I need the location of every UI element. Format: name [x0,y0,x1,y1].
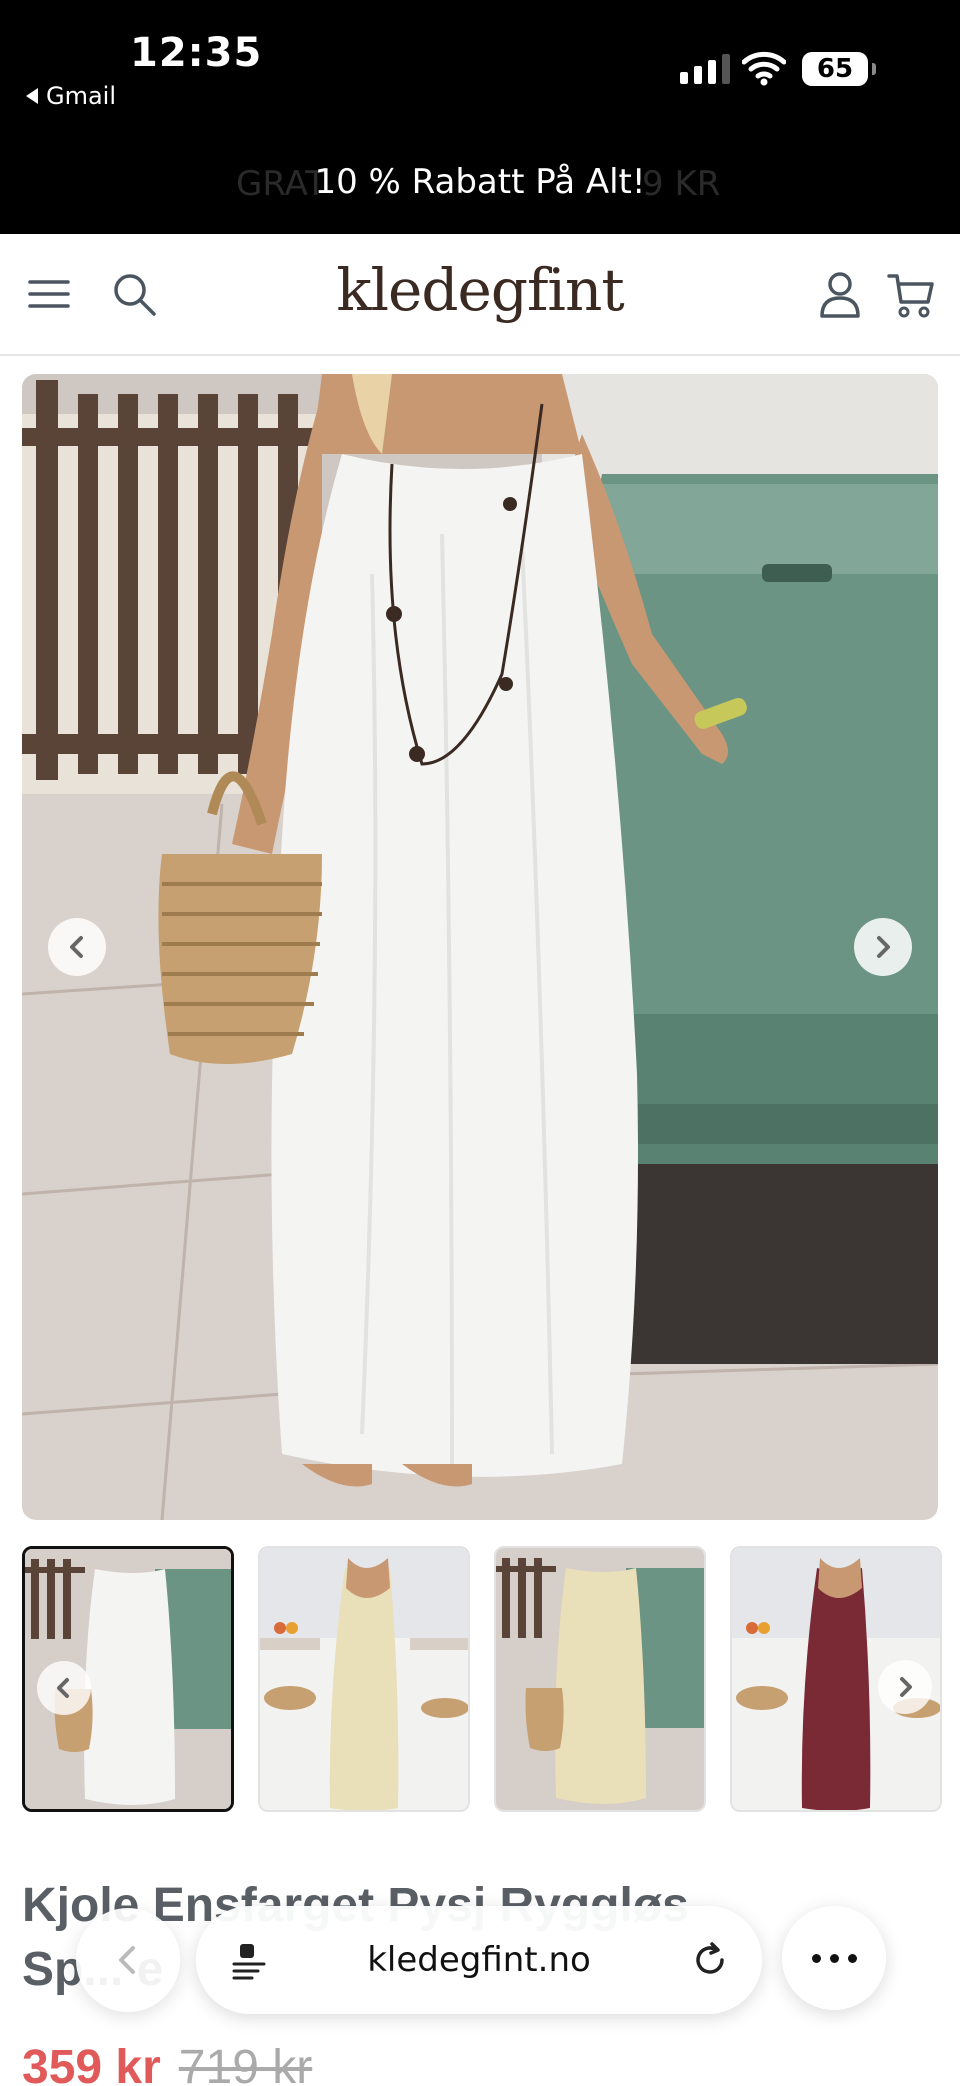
thumbnail-white-dress[interactable] [22,1546,234,1812]
battery-level: 65 [816,54,854,84]
cart-icon[interactable] [886,268,938,320]
promo-text: 10 % Rabatt På Alt! [314,162,646,202]
image-next-button[interactable] [854,918,912,976]
back-app-label: Gmail [46,82,117,110]
thumbnail-strip [22,1546,942,1814]
back-triangle-icon [26,88,38,104]
chevron-right-icon [877,936,890,958]
thumbnail-prev-button[interactable] [37,1661,91,1715]
ios-status-bar: 12:35 Gmail 65 [0,0,960,118]
status-time: 12:35 [130,30,263,76]
browser-url[interactable]: kledegfint.no [196,1940,762,1980]
browser-address-bar[interactable]: kledegfint.no [196,1906,762,2014]
product-photo-white-dress [22,374,938,1520]
back-to-app-link[interactable]: Gmail [26,82,116,110]
browser-back-button[interactable] [76,1908,180,2012]
more-dot-icon [847,1953,857,1963]
chevron-left-icon [57,1678,69,1698]
price-row: 359 kr 719 kr [22,2040,312,2086]
reload-icon[interactable] [690,1940,730,1980]
promo-announcement-bar[interactable]: GRAT 9 KR 10 % Rabatt På Alt! [0,118,960,234]
cellular-signal-icon [680,54,730,84]
wifi-icon [742,51,786,86]
sale-price: 359 kr [22,2041,161,2086]
battery-indicator: 65 [802,52,876,86]
thumbnail-burgundy-dress[interactable] [730,1546,942,1812]
more-dot-icon [811,1953,821,1963]
image-prev-button[interactable] [48,918,106,976]
chevron-left-icon [119,1946,135,1974]
site-header: kledegfint [0,234,960,356]
thumbnail-beige-dress-front[interactable] [494,1546,706,1812]
chevron-left-icon [70,936,83,958]
more-dot-icon [829,1953,839,1963]
chevron-right-icon [900,1677,912,1697]
account-icon[interactable] [814,268,866,320]
product-main-image[interactable] [22,374,938,1520]
thumbnail-beige-dress-back[interactable] [258,1546,470,1812]
thumbnail-image [260,1548,468,1810]
browser-more-button[interactable] [782,1906,886,2010]
thumbnail-image [496,1548,704,1810]
compare-price: 719 kr [178,2041,313,2086]
thumbnail-next-button[interactable] [878,1660,932,1714]
